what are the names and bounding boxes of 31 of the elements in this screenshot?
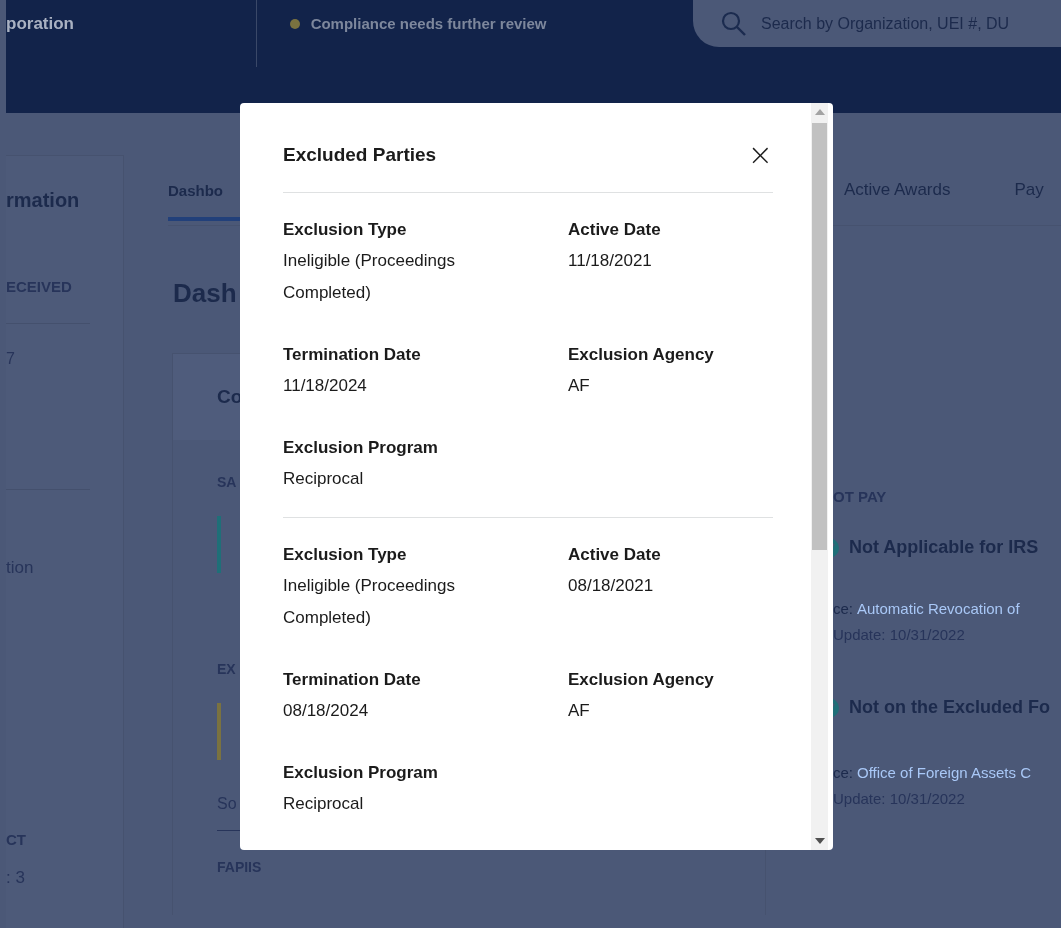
field-label: Exclusion Agency bbox=[568, 344, 715, 366]
source-link[interactable]: Automatic Revocation of bbox=[857, 600, 1020, 617]
search-icon bbox=[721, 10, 747, 37]
field-value: AF bbox=[568, 375, 591, 397]
field-label: Exclusion Program bbox=[283, 437, 439, 459]
scroll-down-icon[interactable] bbox=[814, 838, 825, 844]
field-label: Exclusion Type bbox=[283, 544, 408, 566]
scrollbar-thumb[interactable] bbox=[812, 123, 827, 550]
field-label: Active Date bbox=[568, 544, 662, 566]
scrollbar[interactable] bbox=[811, 103, 828, 850]
modal-title: Excluded Parties bbox=[283, 143, 437, 167]
scroll-up-icon[interactable] bbox=[814, 109, 825, 115]
field-label: Exclusion Program bbox=[283, 762, 439, 784]
field-value: 11/18/2021 bbox=[568, 250, 653, 272]
field-label: Termination Date bbox=[283, 669, 422, 691]
field-value: Ineligible (Proceedings Completed) bbox=[283, 575, 456, 629]
field-label: Exclusion Type bbox=[283, 219, 408, 241]
organization-name: poration bbox=[6, 14, 75, 34]
field-value: 11/18/2024 bbox=[283, 375, 368, 397]
close-button[interactable]: × bbox=[745, 141, 773, 169]
field-label: Exclusion Agency bbox=[568, 669, 715, 691]
field-value: 08/18/2021 bbox=[568, 575, 655, 597]
field-label: Active Date bbox=[568, 219, 662, 241]
field-value: Ineligible (Proceedings Completed) bbox=[283, 250, 456, 304]
field-value: Reciprocal bbox=[283, 468, 365, 490]
source-link[interactable]: Office of Foreign Assets C bbox=[857, 764, 1031, 781]
status-text: Compliance needs further review bbox=[310, 15, 547, 32]
field-label: Termination Date bbox=[283, 344, 422, 366]
field-value: 08/18/2024 bbox=[283, 700, 370, 722]
field-value: AF bbox=[568, 700, 591, 722]
field-value: Reciprocal bbox=[283, 793, 365, 815]
